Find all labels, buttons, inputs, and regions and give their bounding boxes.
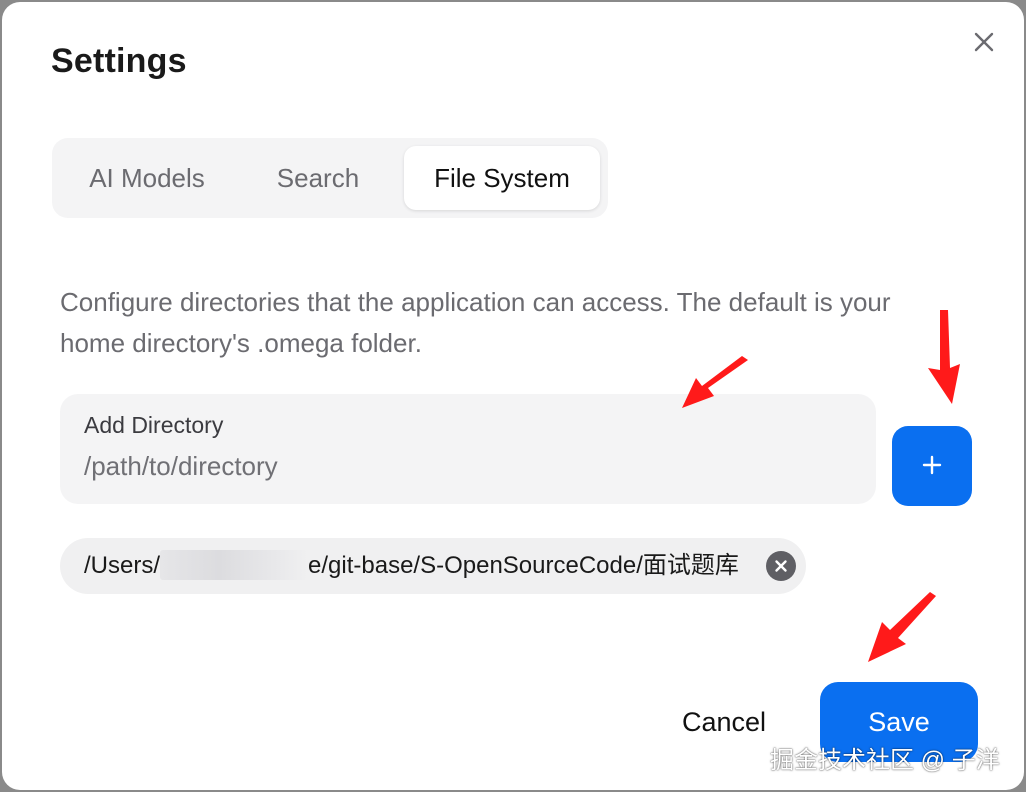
annotation-arrow-add-button (928, 310, 960, 404)
redacted-username (160, 549, 309, 580)
settings-tabs: AI Models Search File System (52, 138, 608, 218)
plus-icon (922, 455, 942, 475)
close-button[interactable] (968, 26, 1000, 58)
directory-path-input[interactable] (82, 446, 846, 486)
settings-dialog: Settings AI Models Search File System Co… (2, 2, 1024, 790)
dialog-title: Settings (51, 42, 187, 80)
annotation-arrow-save (868, 592, 936, 662)
add-directory-button[interactable] (892, 426, 972, 506)
tab-ai-models[interactable]: AI Models (64, 146, 230, 210)
close-circle-icon (775, 560, 787, 572)
directory-path-prefix: /Users/ (84, 552, 161, 579)
directory-path-text: /Users/e/git-base/S-OpenSourceCode/面试题库 (84, 538, 739, 594)
file-system-description: Configure directories that the applicati… (60, 287, 891, 358)
directory-chip: /Users/e/git-base/S-OpenSourceCode/面试题库 (60, 538, 806, 594)
annotation-arrow-input (682, 356, 748, 408)
cancel-button[interactable]: Cancel (666, 692, 782, 752)
tab-file-system[interactable]: File System (404, 146, 600, 210)
tab-search[interactable]: Search (250, 146, 386, 210)
directory-path-suffix: e/git-base/S-OpenSourceCode/面试题库 (308, 552, 739, 579)
add-directory-label: Add Directory (84, 412, 224, 438)
close-icon (974, 32, 994, 52)
watermark-text: 掘金技术社区 @ 子洋 (770, 747, 1000, 774)
remove-directory-button[interactable] (766, 551, 796, 581)
